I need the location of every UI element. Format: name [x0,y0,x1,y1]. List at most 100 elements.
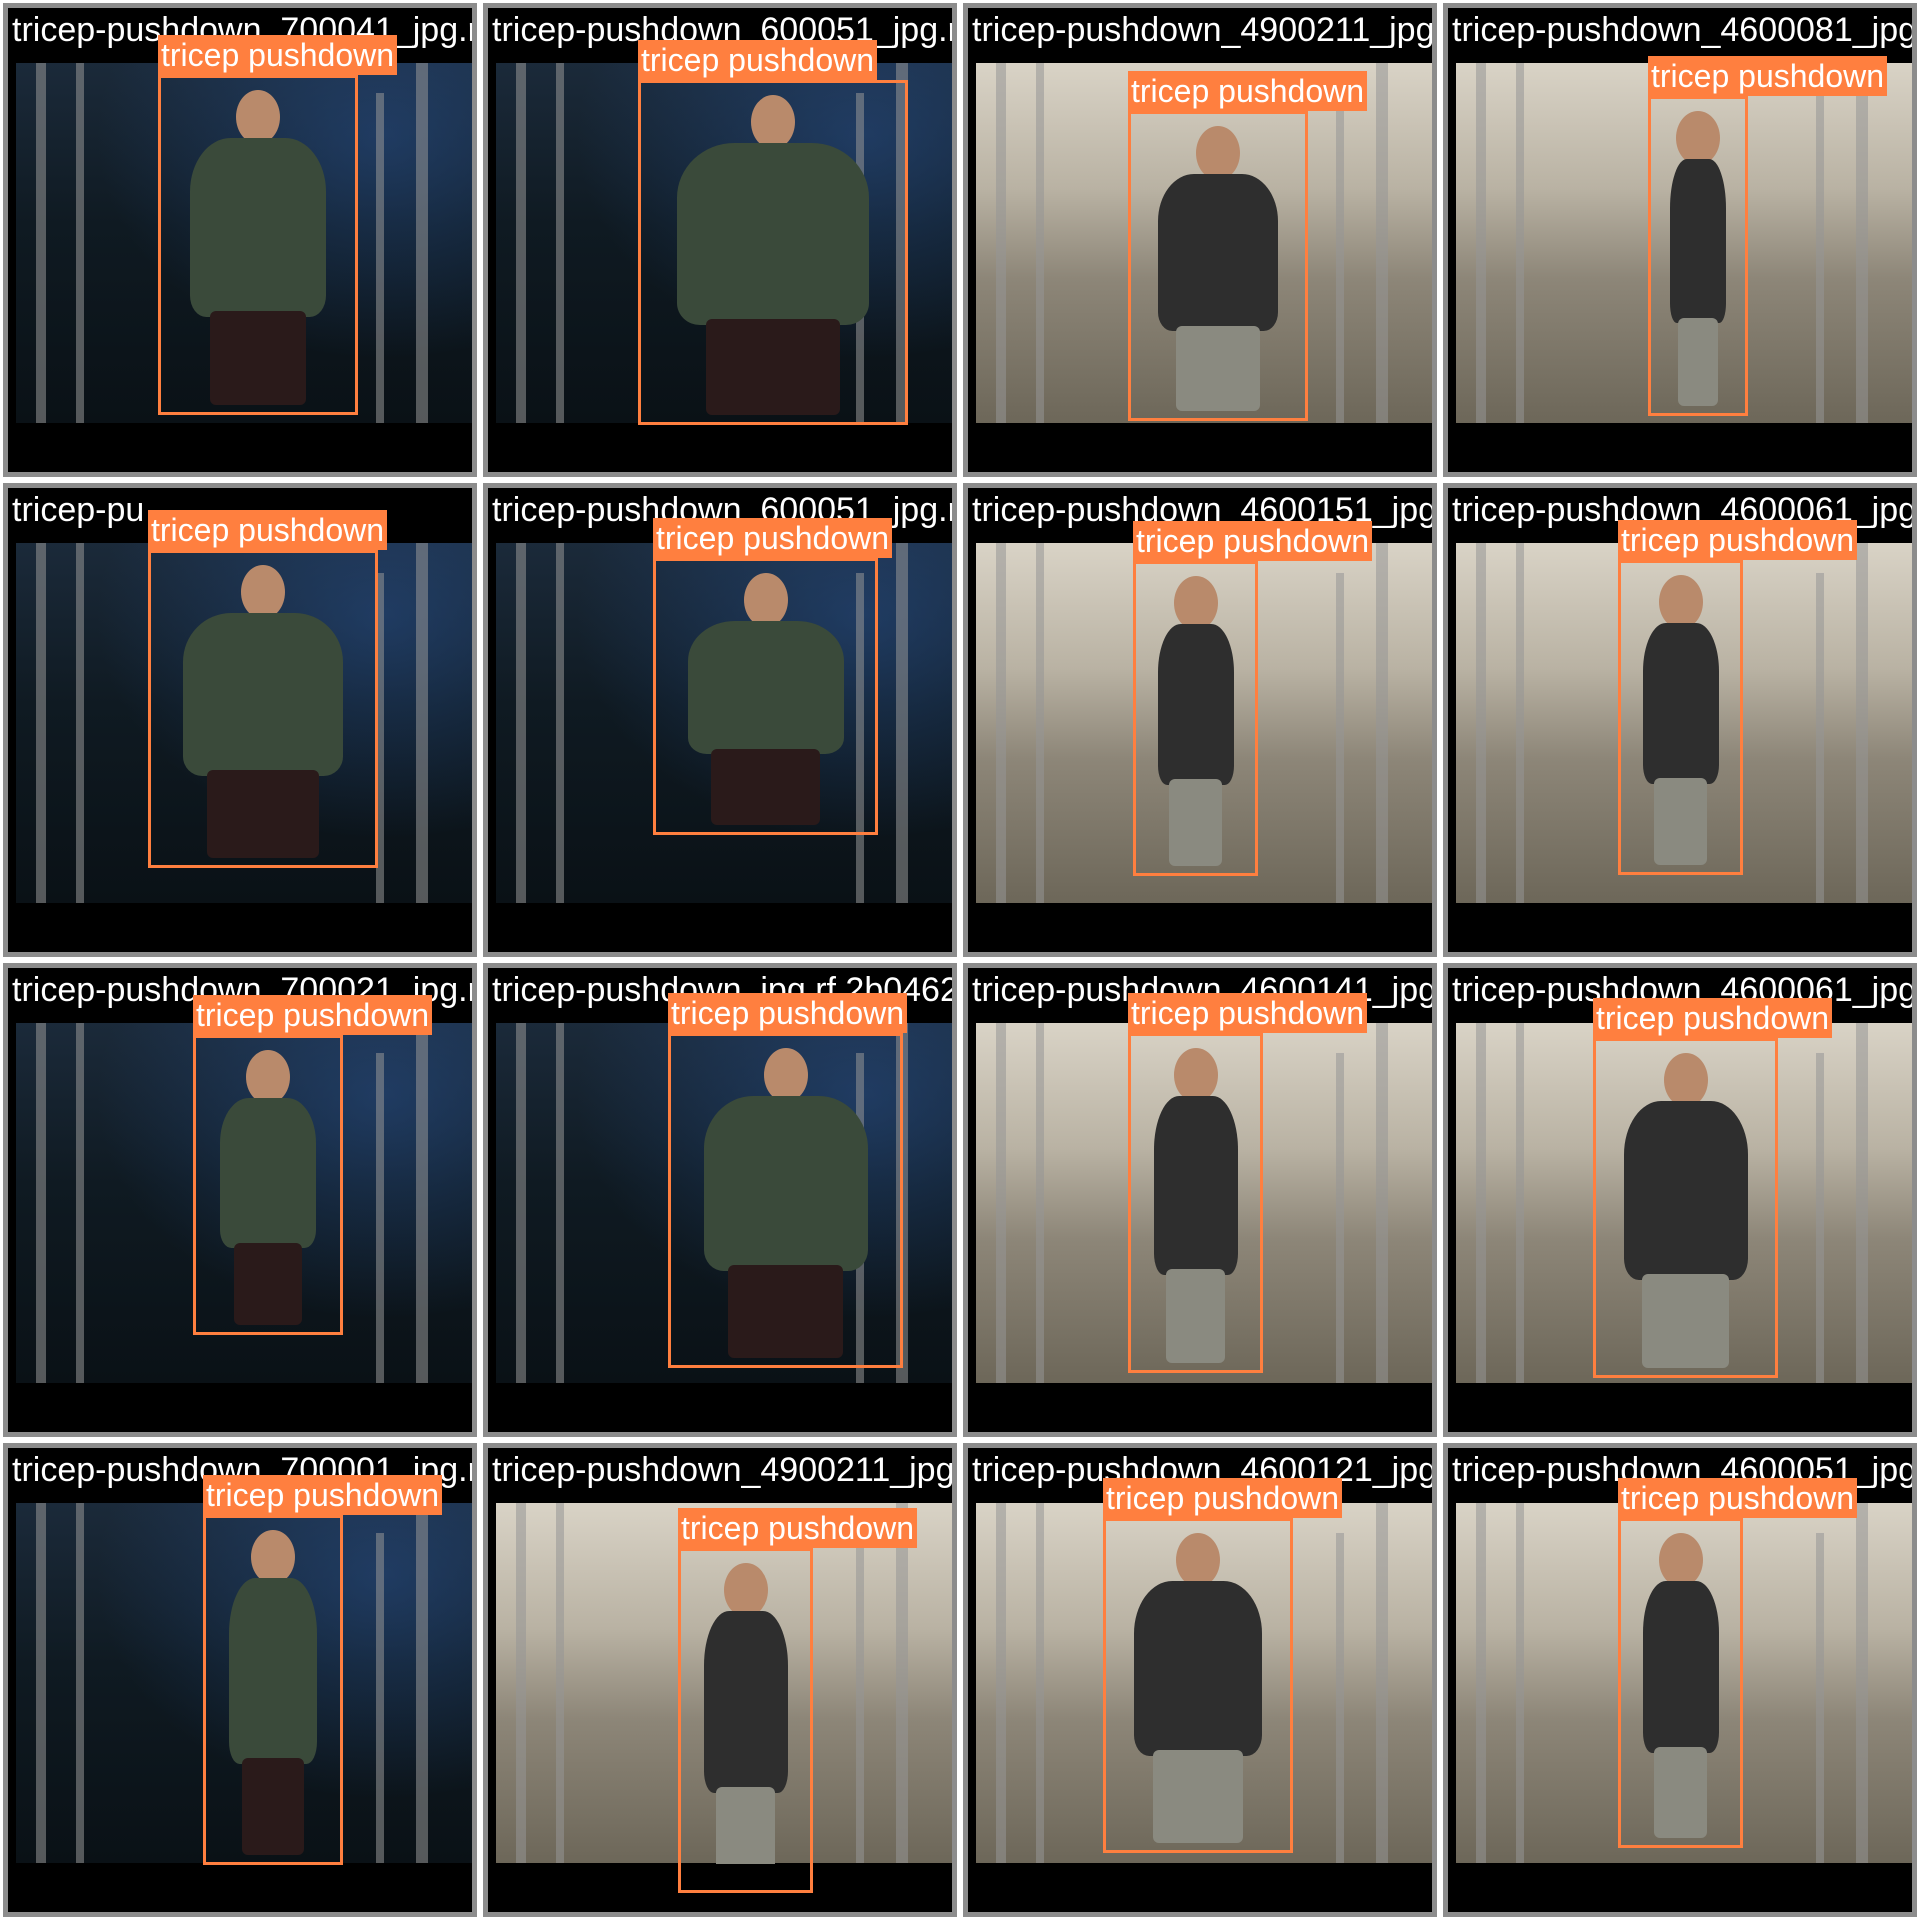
detection-bbox [1618,560,1743,875]
detection-bbox [1618,1518,1743,1848]
detection-bbox [678,1548,813,1893]
image-tile: tricep-pu tricep pushdown [3,483,477,957]
gym-rig [1856,1023,1868,1383]
detection-label: tricep pushdown [1618,520,1858,560]
letterbox-bar [496,904,944,944]
letterbox-bar [16,1864,464,1904]
gym-rig [76,1023,84,1383]
detection-label: tricep pushdown [148,510,388,550]
gym-rig [1376,543,1388,903]
gym-rig [1036,543,1044,903]
gym-rig [1516,1023,1524,1383]
image-tile: tricep-pushdown_4600151_jpg.rf.90f48834d… [963,483,1437,957]
gym-rig [1516,63,1524,423]
gym-rig [76,543,84,903]
detection-bbox [1133,561,1258,876]
image-tile: tricep-pushdown_600051_jpg.rf.4b07b63f8t… [483,483,957,957]
gym-rig [1376,63,1388,423]
detection-label: tricep pushdown [1133,521,1373,561]
gym-rig [556,1023,564,1383]
image-filename: tricep-pushdown_4900211_jpg.rf.333366990 [492,1451,955,1489]
detection-bbox [148,550,378,868]
gym-rig [1336,573,1344,903]
image-mosaic: tricep-pushdown_700041_jpg.rf.315e0ffdaw… [0,0,1920,1920]
gym-rig [1816,1533,1824,1863]
letterbox-bar [1456,424,1904,464]
gym-rig [1856,1503,1868,1863]
detection-label: tricep pushdown [203,1475,443,1515]
detection-bbox [1103,1518,1293,1853]
gym-rig [36,63,46,423]
gym-rig [556,63,564,423]
detection-bbox [203,1515,343,1865]
gym-rig [896,543,908,903]
detection-bbox [1128,111,1308,421]
gym-rig [1856,63,1868,423]
gym-rig [1476,1503,1486,1863]
gym-rig [76,63,84,423]
detection-bbox [1648,96,1748,416]
image-filename: tricep-pushdown_4600081_jpg.rf.6d69d0e5 [1452,11,1917,49]
gym-rig [416,543,428,903]
detection-bbox [1593,1038,1778,1378]
gym-rig [1036,1023,1044,1383]
image-filename: tricep-pu [12,491,145,529]
gym-rig [376,1053,384,1383]
image-tile: tricep-pushdown_4600061_jpg tricep pushdo… [1443,963,1917,1437]
gym-rig [1036,63,1044,423]
gym-rig [36,1023,46,1383]
image-tile: tricep-pushdown_4600081_jpg.rf.6d69d0e5t… [1443,3,1917,477]
gym-rig [996,543,1006,903]
gym-rig [1816,573,1824,903]
detection-label: tricep pushdown [158,35,398,75]
detection-label: tricep pushdown [193,995,433,1035]
gym-rig [376,1533,384,1863]
detection-label: tricep pushdown [1103,1478,1343,1518]
letterbox-bar [976,424,1424,464]
letterbox-bar [1456,1864,1904,1904]
gym-rig [416,1023,428,1383]
image-tile: tricep-pushdown_700001_jpg.rf.96176fd9ac… [3,1443,477,1917]
gym-rig [1816,1053,1824,1383]
image-tile: tricep-pushdown_4900211_jpg.rf.333366990… [483,1443,957,1917]
image-tile: tricep-pushdown_600051_jpg.rf.87a9d1785t… [483,3,957,477]
gym-rig [1856,543,1868,903]
gym-rig [516,543,526,903]
gym-rig [516,1023,526,1383]
gym-rig [1516,543,1524,903]
gym-rig [416,1503,428,1863]
image-tile: tricep-pushdown_4600051_jpg tricep pushdo… [1443,1443,1917,1917]
gym-rig [1376,1023,1388,1383]
gym-rig [1376,1503,1388,1863]
letterbox-bar [1456,904,1904,944]
image-filename: tricep-pushdown_4900211_jpg.rf.01b6b07e [972,11,1435,49]
gym-rig [1336,93,1344,423]
letterbox-bar [496,1384,944,1424]
detection-label: tricep pushdown [1593,998,1833,1038]
detection-label: tricep pushdown [1128,71,1368,111]
image-tile: tricep-pushdown_4600061_jpg tricep pushdo… [1443,483,1917,957]
image-tile: tricep-pushdown_4900211_jpg.rf.01b6b07et… [963,3,1437,477]
letterbox-bar [16,1384,464,1424]
gym-rig [1476,543,1486,903]
letterbox-bar [976,1864,1424,1904]
gym-rig [1516,1503,1524,1863]
image-tile: tricep-pushdown_jpg.rf.2b0462df79tricep … [483,963,957,1437]
detection-bbox [158,75,358,415]
letterbox-bar [1456,1384,1904,1424]
detection-label: tricep pushdown [653,518,893,558]
gym-rig [516,1503,526,1863]
gym-rig [996,63,1006,423]
detection-label: tricep pushdown [668,993,908,1033]
gym-rig [1476,1023,1486,1383]
gym-rig [36,1503,46,1863]
gym-rig [376,93,384,423]
letterbox-bar [976,1384,1424,1424]
gym-rig [1816,93,1824,423]
gym-rig [516,63,526,423]
gym-rig [556,1503,564,1863]
gym-rig [996,1023,1006,1383]
image-tile: tricep-pushdown_4600141_jpg.rf.1f8d34b91… [963,963,1437,1437]
gym-rig [556,543,564,903]
detection-label: tricep pushdown [638,40,878,80]
